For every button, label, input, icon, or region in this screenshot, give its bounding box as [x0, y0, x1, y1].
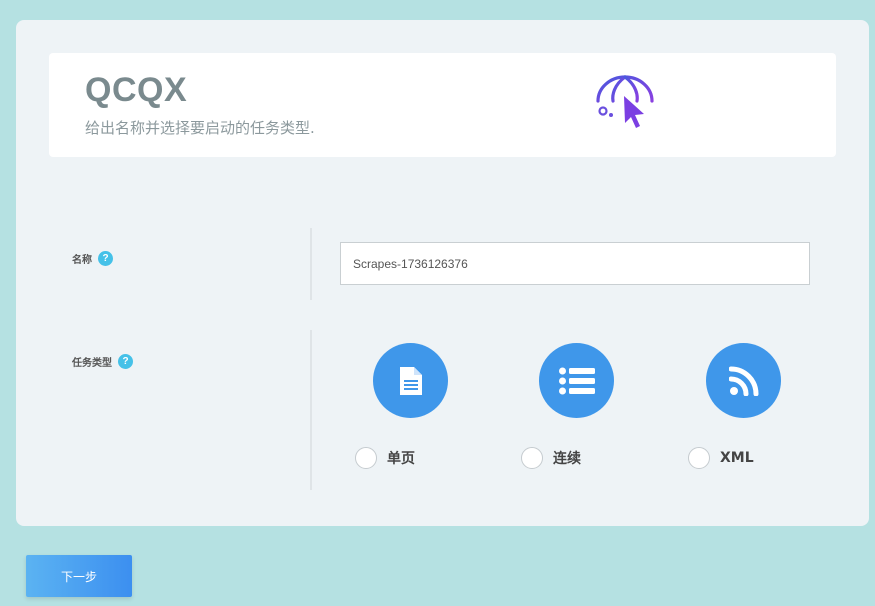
single-page-radio-row[interactable]: 单页 [355, 447, 471, 469]
task-type-option-xml: XML [684, 343, 804, 469]
continuous-radio[interactable] [521, 447, 543, 469]
app-title: QCQX [85, 71, 188, 109]
app-subtitle: 给出名称并选择要启动的任务类型. [85, 119, 315, 137]
main-card: QCQX 给出名称并选择要启动的任务类型. 名称 ? Scrapes-17361… [16, 20, 869, 526]
task-type-help-icon[interactable]: ? [118, 354, 133, 369]
xml-radio-row[interactable]: XML [688, 447, 804, 469]
name-help-icon[interactable]: ? [98, 251, 113, 266]
name-label-row: 名称 ? [72, 251, 113, 266]
continuous-radio-label[interactable]: 连续 [553, 448, 581, 468]
task-type-divider [310, 330, 312, 490]
task-type-label-row: 任务类型 ? [72, 354, 133, 369]
globe-cursor-icon [594, 75, 656, 128]
next-step-button[interactable]: 下一步 [26, 555, 132, 597]
continuous-radio-row[interactable]: 连续 [521, 447, 637, 469]
name-label: 名称 [72, 255, 92, 266]
rss-icon [728, 366, 758, 396]
single-page-radio[interactable] [355, 447, 377, 469]
xml-radio[interactable] [688, 447, 710, 469]
document-icon [399, 366, 422, 395]
single-page-icon-circle[interactable] [373, 343, 448, 418]
name-divider [310, 228, 312, 300]
list-icon [558, 367, 595, 394]
task-type-label: 任务类型 [72, 358, 112, 369]
xml-icon-circle[interactable] [706, 343, 781, 418]
single-page-radio-label[interactable]: 单页 [387, 448, 415, 468]
xml-radio-label[interactable]: XML [720, 450, 754, 466]
task-type-option-single: 单页 [351, 343, 471, 469]
header-panel: QCQX 给出名称并选择要启动的任务类型. [49, 53, 836, 157]
task-type-option-continuous: 连续 [517, 343, 637, 469]
name-input[interactable] [340, 242, 810, 285]
continuous-icon-circle[interactable] [539, 343, 614, 418]
